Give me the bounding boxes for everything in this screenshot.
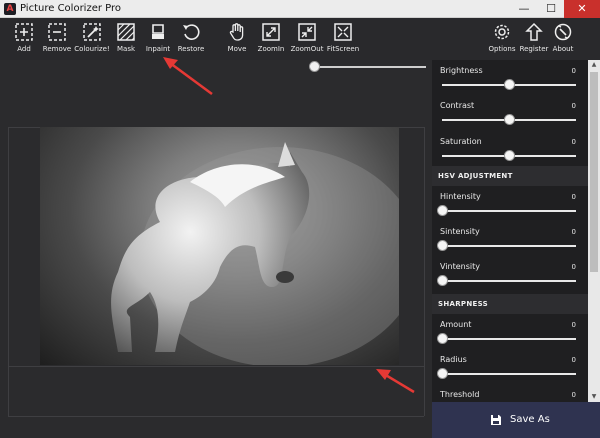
zoom-slider-handle[interactable] [309, 61, 320, 72]
contrast-value: 0 [571, 102, 576, 110]
sintensity-value: 0 [571, 228, 576, 236]
sintensity-slider-track[interactable] [442, 245, 576, 247]
maximize-button[interactable]: ☐ [538, 0, 564, 18]
fitscreen-button[interactable]: FitScreen [323, 22, 363, 53]
panel-scrollbar[interactable]: ▲ ▼ [588, 60, 600, 402]
canvas-guide [8, 366, 424, 367]
scroll-up-arrow-icon[interactable]: ▲ [588, 60, 600, 70]
compass-icon [554, 23, 572, 41]
adjustment-panel: Brightness 0 Contrast 0 Saturation 0 HSV… [432, 60, 588, 402]
add-icon [15, 23, 33, 41]
undo-icon [183, 24, 200, 40]
hintensity-value: 0 [571, 193, 576, 201]
image-canvas[interactable] [40, 127, 399, 365]
restore-label: Restore [177, 45, 205, 53]
canvas-guide [424, 127, 425, 416]
brightness-value: 0 [571, 67, 576, 75]
amount-value: 0 [571, 321, 576, 329]
hintensity-slider-track[interactable] [442, 210, 576, 212]
register-icon [525, 22, 543, 41]
canvas-guide [8, 416, 424, 417]
canvas-guide [8, 127, 9, 416]
brightness-control: Brightness 0 [432, 62, 588, 96]
sintensity-label: Sintensity [440, 227, 480, 236]
eraser-icon [152, 24, 164, 39]
fit-screen-icon [334, 23, 352, 41]
vintensity-slider-handle[interactable] [437, 275, 448, 286]
saturation-slider-handle[interactable] [504, 150, 515, 161]
save-as-label: Save As [510, 414, 550, 425]
minimize-button[interactable]: — [510, 0, 538, 18]
remove-label: Remove [42, 45, 72, 53]
radius-control: Radius 0 [432, 351, 588, 385]
hintensity-control: Hintensity 0 [432, 188, 588, 222]
hintensity-label: Hintensity [440, 192, 481, 201]
radius-value: 0 [571, 356, 576, 364]
sharpness-heading: SHARPNESS [438, 300, 488, 308]
sharpness-section-header: SHARPNESS [432, 294, 588, 314]
save-as-button[interactable]: Save As [432, 402, 600, 438]
threshold-label: Threshold [440, 390, 480, 399]
close-button[interactable]: ✕ [564, 0, 600, 18]
remove-button[interactable]: Remove [37, 22, 77, 53]
magic-wand-icon [83, 23, 101, 41]
gear-icon [494, 24, 510, 40]
zoomout-label: ZoomOut [290, 45, 324, 53]
scrollbar-thumb[interactable] [590, 72, 598, 272]
hsv-section-header: HSV ADJUSTMENT [432, 166, 588, 186]
expand-icon [262, 23, 280, 41]
shrink-icon [298, 23, 316, 41]
threshold-value: 0 [571, 391, 576, 399]
toolbar: Add Remove Colourize! Mask Inpaint Resto… [0, 18, 600, 60]
contrast-control: Contrast 0 [432, 97, 588, 131]
radius-slider-handle[interactable] [437, 368, 448, 379]
about-label: About [552, 45, 574, 53]
zoomin-label: ZoomIn [257, 45, 285, 53]
amount-slider-handle[interactable] [437, 333, 448, 344]
contrast-label: Contrast [440, 101, 475, 110]
contrast-slider-handle[interactable] [504, 114, 515, 125]
title-bar: A Picture Colorizer Pro — ☐ ✕ [0, 0, 600, 18]
remove-icon [48, 23, 66, 41]
radius-label: Radius [440, 355, 467, 364]
radius-slider-track[interactable] [442, 373, 576, 375]
vintensity-slider-track[interactable] [442, 280, 576, 282]
brightness-slider-handle[interactable] [504, 79, 515, 90]
restore-button[interactable]: Restore [171, 22, 211, 53]
horse-photo [111, 142, 399, 365]
hand-icon [229, 23, 244, 41]
sintensity-slider-handle[interactable] [437, 240, 448, 251]
brightness-label: Brightness [440, 66, 483, 75]
about-button[interactable]: About [543, 22, 583, 53]
scroll-down-arrow-icon[interactable]: ▼ [588, 392, 600, 402]
fitscreen-label: FitScreen [326, 45, 360, 53]
amount-slider-track[interactable] [442, 338, 576, 340]
vintensity-label: Vintensity [440, 262, 480, 271]
app-logo-icon: A [4, 3, 16, 15]
vintensity-value: 0 [571, 263, 576, 271]
amount-control: Amount 0 [432, 316, 588, 350]
hsv-heading: HSV ADJUSTMENT [438, 172, 513, 180]
threshold-control: Threshold 0 [432, 386, 588, 402]
mask-icon [117, 23, 135, 41]
hintensity-slider-handle[interactable] [437, 205, 448, 216]
sintensity-control: Sintensity 0 [432, 223, 588, 257]
window-title: Picture Colorizer Pro [20, 3, 122, 14]
floppy-disk-icon [491, 415, 501, 425]
saturation-label: Saturation [440, 137, 482, 146]
vintensity-control: Vintensity 0 [432, 258, 588, 292]
amount-label: Amount [440, 320, 472, 329]
zoomout-button[interactable]: ZoomOut [287, 22, 327, 53]
zoom-slider-track[interactable] [314, 66, 426, 68]
saturation-control: Saturation 0 [432, 133, 588, 167]
saturation-value: 0 [571, 138, 576, 146]
zoomin-button[interactable]: ZoomIn [251, 22, 291, 53]
